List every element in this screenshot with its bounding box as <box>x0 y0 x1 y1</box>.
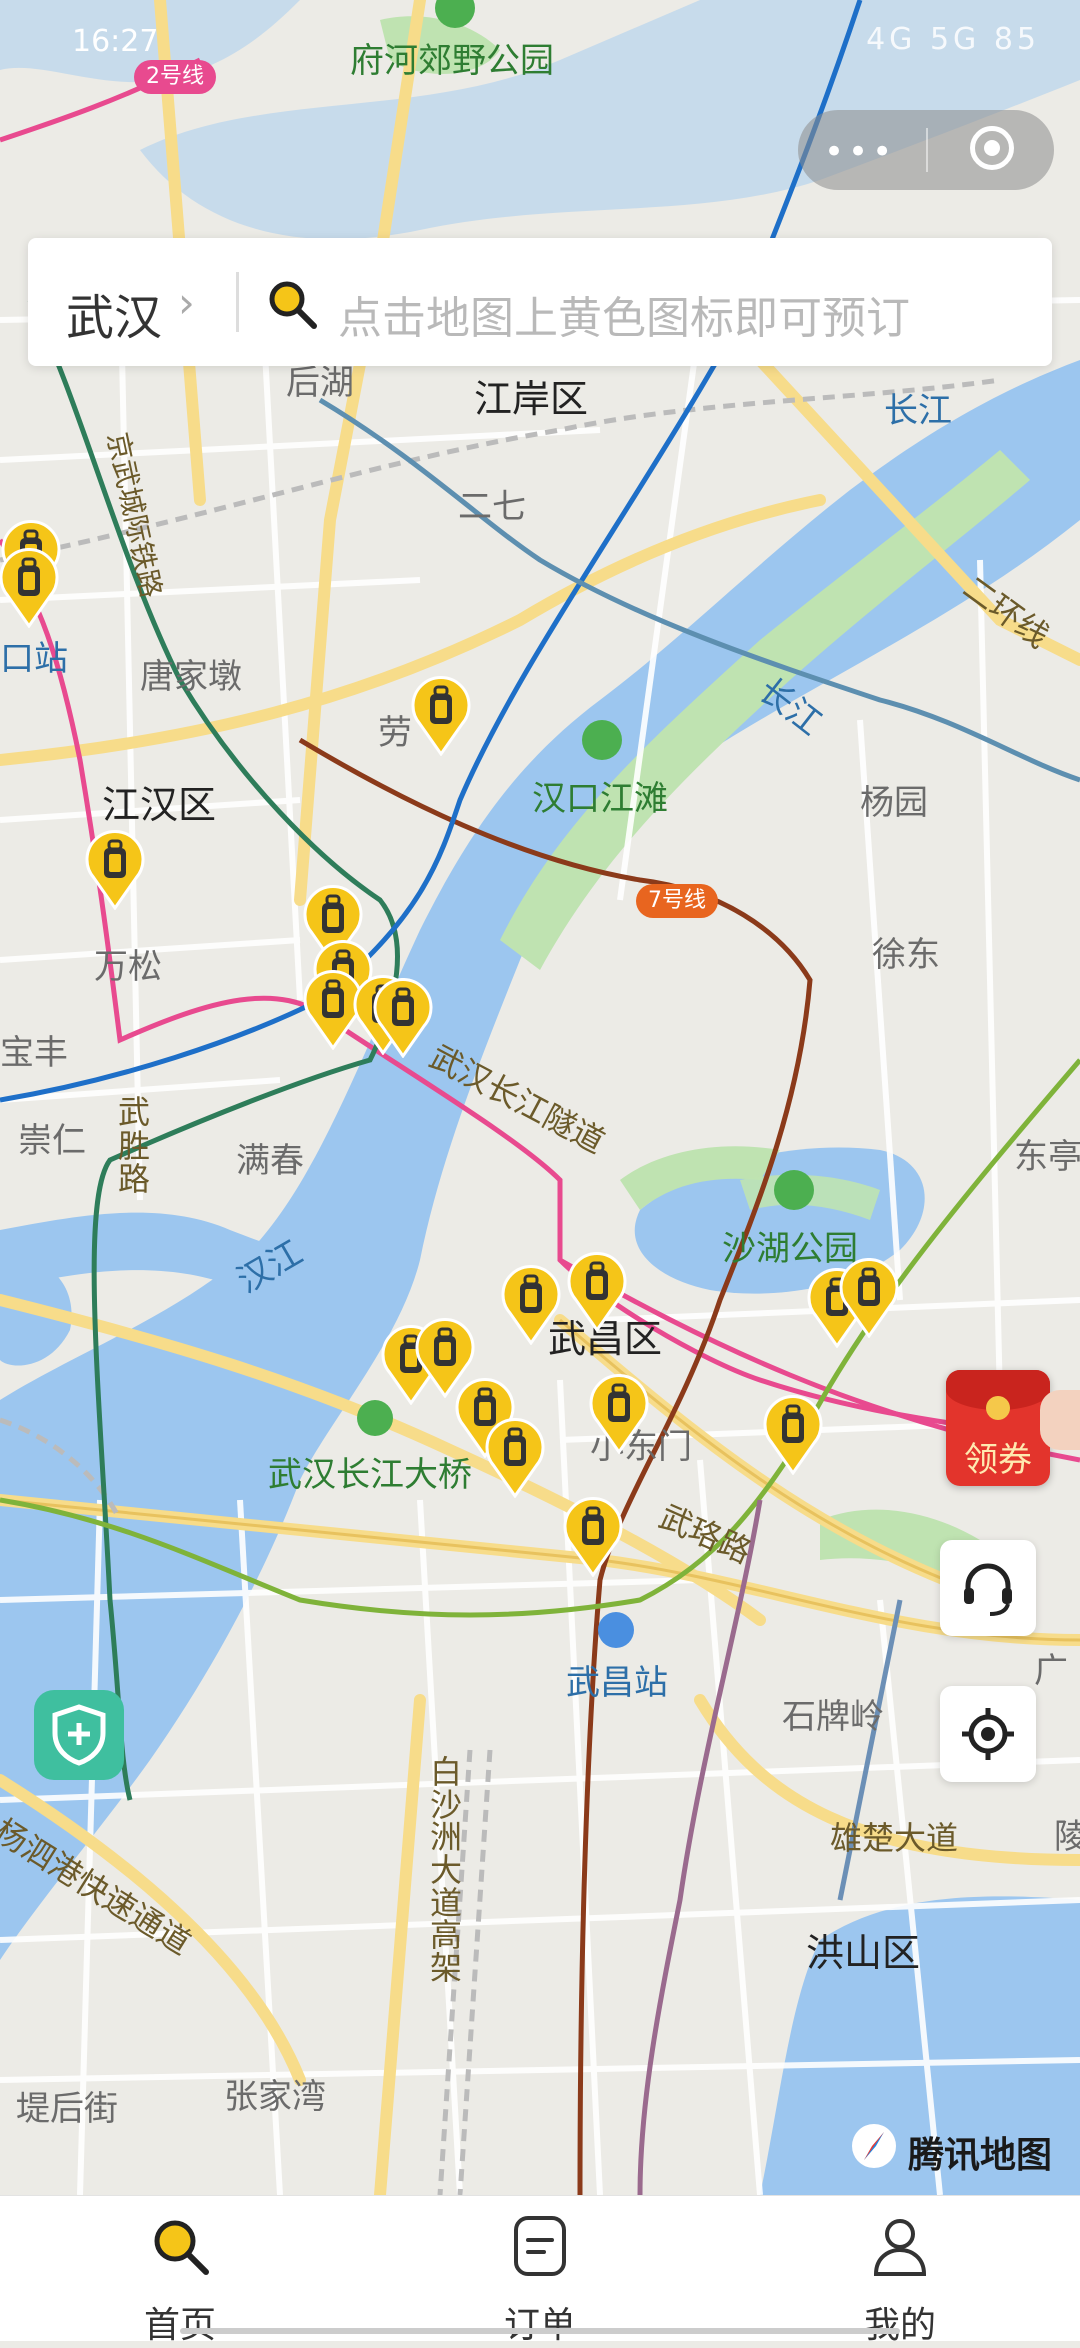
map-label-jiangan: 江岸区 <box>474 377 589 421</box>
search-divider <box>236 272 239 332</box>
luggage-locker-pin[interactable] <box>372 978 434 1058</box>
map-label-wuchang-station: 武昌站 <box>566 1663 668 1703</box>
chevron-right-icon: › <box>178 278 195 327</box>
luggage-locker-pin[interactable] <box>566 1252 628 1332</box>
tencent-map-logo-icon <box>852 2124 896 2168</box>
map-label-hankou-station: 口站 <box>0 639 68 679</box>
map-label-shipailing: 石牌岭 <box>782 1697 884 1737</box>
city-selector[interactable]: 武汉 <box>66 278 162 348</box>
luggage-locker-pin[interactable] <box>84 830 146 910</box>
luggage-locker-pin[interactable] <box>562 1497 624 1577</box>
map-label-lao: 劳 <box>378 713 412 753</box>
map-label-dihoujie: 堤后街 <box>16 2089 118 2129</box>
status-bar: 16:27 4G 5G 85 <box>0 0 1080 80</box>
miniprogram-capsule: ••• <box>798 110 1054 190</box>
map-label-ling: 陵 <box>1054 1817 1080 1857</box>
search-icon <box>269 281 317 329</box>
status-time: 16:27 <box>72 24 159 59</box>
luggage-locker-pin[interactable] <box>838 1258 900 1338</box>
capsule-divider <box>926 128 928 172</box>
map-label-hankou-jiangtan: 汉口江滩 <box>532 779 668 819</box>
map-brand-name: 腾讯地图 <box>908 2135 1053 2176</box>
tab-home-label: 首页 <box>143 2305 216 2346</box>
luggage-locker-pin[interactable] <box>484 1418 546 1498</box>
locate-icon <box>962 1708 1014 1760</box>
headset-icon <box>964 1563 1012 1616</box>
luggage-locker-pin[interactable] <box>0 548 60 628</box>
map-label-donghu: 东亭 <box>1014 1137 1080 1177</box>
map-label-guang: 广 <box>1034 1651 1068 1691</box>
luggage-locker-pin[interactable] <box>588 1374 650 1454</box>
bottom-tab-bar: 首页 订单 我的 <box>0 2195 1080 2346</box>
profile-icon <box>873 2219 927 2276</box>
map-label-baishazhou: 白沙洲大道高架 <box>430 1753 463 1987</box>
close-miniprogram-icon[interactable] <box>970 126 1014 170</box>
luggage-locker-pin[interactable] <box>410 676 472 756</box>
more-icon[interactable]: ••• <box>824 132 896 172</box>
map-label-yangtze-bridge: 武汉长江大桥 <box>268 1455 472 1495</box>
map-label-manchun: 满春 <box>236 1141 304 1181</box>
map-label-chongren: 崇仁 <box>18 1121 86 1161</box>
search-input[interactable]: 点击地图上黄色图标即可预订 <box>338 282 910 346</box>
map-label-hongshan: 洪山区 <box>806 1931 921 1975</box>
order-icon <box>514 2216 566 2276</box>
tab-profile-label: 我的 <box>863 2305 936 2346</box>
metro-badge-line-7: 7号线 <box>636 884 718 918</box>
tab-orders[interactable]: 订单 <box>440 2196 640 2346</box>
map-label-yangyuan: 杨园 <box>860 783 928 823</box>
map-label-xiongchu: 雄楚大道 <box>830 1819 959 1857</box>
map-label-zhangjiawan: 张家湾 <box>224 2077 326 2117</box>
safety-shield-button[interactable] <box>34 1690 124 1780</box>
envelope-seal-icon <box>986 1396 1010 1420</box>
hand-icon <box>1040 1390 1080 1450</box>
luggage-locker-pin[interactable] <box>762 1395 824 1475</box>
map-label-xudong: 徐东 <box>872 935 940 975</box>
status-icons: 4G 5G 85 <box>866 22 1040 57</box>
map-label-baofeng: 宝丰 <box>0 1033 68 1073</box>
coupon-label: 领券 <box>964 1440 1032 1480</box>
compass-icon <box>864 2132 884 2160</box>
customer-service-button[interactable] <box>940 1540 1036 1636</box>
search-bar[interactable]: 武汉 › 点击地图上黄色图标即可预订 <box>28 238 1052 366</box>
map-label-tangjiadun: 唐家墩 <box>140 657 242 697</box>
home-indicator <box>180 2328 900 2334</box>
shield-plus-icon <box>52 1704 106 1766</box>
map-label-wansong: 万松 <box>94 947 162 987</box>
locate-button[interactable] <box>940 1686 1036 1782</box>
map-label-changjiang-1: 长江 <box>884 391 952 431</box>
map-label-jianghan: 江汉区 <box>102 783 217 827</box>
search-icon <box>154 2220 209 2275</box>
tab-profile[interactable]: 我的 <box>800 2196 1000 2346</box>
tab-orders-label: 订单 <box>503 2305 576 2346</box>
tab-home[interactable]: 首页 <box>80 2196 280 2346</box>
coupon-red-envelope[interactable]: 领券 <box>946 1370 1050 1486</box>
luggage-locker-pin[interactable] <box>500 1265 562 1345</box>
map-label-houhu: 后湖 <box>286 363 354 403</box>
map-label-erqi: 二七 <box>458 487 526 527</box>
map-label-wusheng-road: 武胜路 <box>118 1093 151 1199</box>
